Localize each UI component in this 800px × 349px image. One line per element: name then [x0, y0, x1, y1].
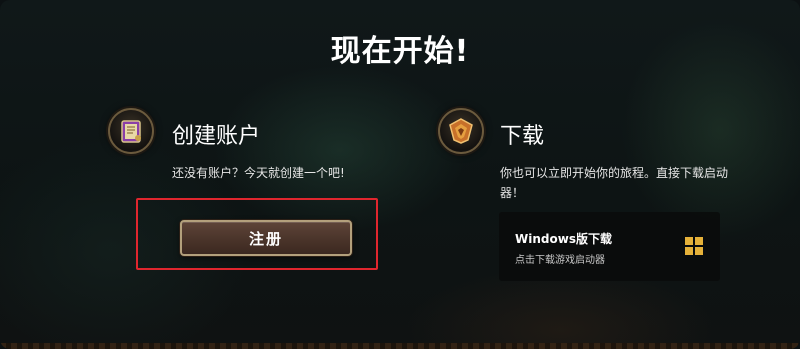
windows-download-card[interactable]: Windows版下载 点击下载游戏启动器	[499, 212, 720, 281]
register-section-title: 创建账户	[172, 124, 261, 149]
windows-download-title: Windows版下载	[515, 232, 612, 246]
hearthstone-emblem-icon	[438, 108, 484, 154]
download-description-line-1: 你也可以立即开始你的旅程。直接下载启动	[500, 166, 729, 180]
download-section-description: 你也可以立即开始你的旅程。直接下载启动 器！	[500, 163, 730, 203]
start-page: 现在开始! 创建账户 还没有账户？今天就创建一个吧! 注册 下载 你也可以立即开…	[0, 0, 800, 349]
windows-download-subtitle: 点击下载游戏启动器	[515, 255, 605, 266]
register-button[interactable]: 注册	[180, 220, 352, 256]
spellbook-icon	[108, 108, 154, 154]
download-description-line-2: 器！	[500, 186, 525, 200]
download-section-title: 下载	[500, 124, 545, 149]
bottom-decor-strip	[0, 343, 800, 349]
windows-icon	[685, 237, 703, 255]
register-section-description: 还没有账户？今天就创建一个吧!	[172, 166, 345, 180]
page-title: 现在开始!	[330, 34, 470, 69]
